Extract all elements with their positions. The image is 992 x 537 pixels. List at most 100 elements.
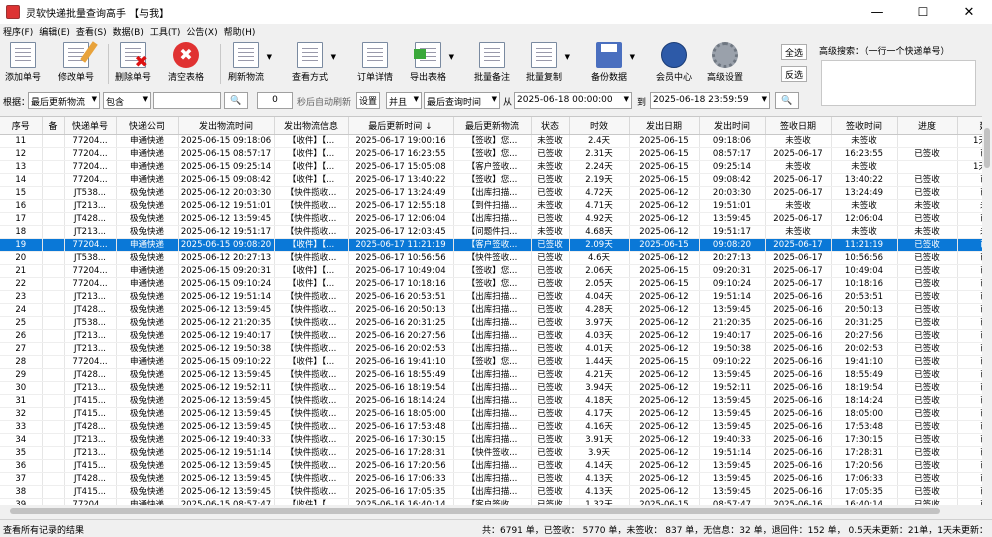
view-mode-button[interactable]: 查看方式 ▼ [292, 42, 336, 86]
table-row[interactable]: 21 77204... 申通快递 2025-06-15 09:20:31 【收件】【..… [0, 264, 982, 278]
column-header[interactable]: 最后更新物流 [453, 117, 532, 135]
menu-view[interactable]: 查看(S) [73, 25, 110, 38]
table-row[interactable]: 15 JT538... 极兔快递 2025-06-12 20:03:30 【快件揽收..… [0, 186, 982, 200]
table-row[interactable]: 12 77204... 申通快递 2025-06-15 08:57:17 【收件】【..… [0, 147, 982, 161]
maximize-button[interactable]: ☐ [900, 0, 946, 24]
edit-button[interactable]: 修改单号 [58, 41, 98, 86]
table-row[interactable]: 23 JT213... 极兔快递 2025-06-12 19:51:14 【快件揽收..… [0, 290, 982, 304]
column-header[interactable]: 状态 [531, 117, 570, 135]
table-row[interactable]: 25 JT538... 极兔快递 2025-06-12 21:20:35 【快件揽收..… [0, 316, 982, 330]
menu-help[interactable]: 帮助(H) [221, 25, 259, 38]
advanced-search-input[interactable] [821, 60, 976, 106]
table-row[interactable]: 22 77204... 申通快递 2025-06-15 09:10:24 【收件】【..… [0, 277, 982, 291]
member-center-button[interactable]: 会员中心 [656, 42, 692, 86]
copy-icon [531, 42, 557, 68]
logic-select[interactable]: 并且 ▼ [386, 92, 422, 109]
clear-table-button[interactable]: ✖ 清空表格 [168, 42, 204, 86]
vertical-scrollbar[interactable] [982, 116, 992, 505]
table-cell: 2.24天 [569, 160, 630, 174]
filter-value-input[interactable] [153, 92, 221, 109]
menu-data[interactable]: 数据(B) [110, 25, 147, 38]
table-cell: 2025-06-15 09:20:31 [178, 264, 275, 278]
table-row[interactable]: 28 77204... 申通快递 2025-06-15 09:10:22 【收件】【..… [0, 355, 982, 369]
table-row[interactable]: 19 77204... 申通快递 2025-06-15 09:08:20 【收件】【..… [0, 238, 982, 252]
date-from-picker[interactable]: 2025-06-18 00:00:00 ▼ [514, 92, 632, 109]
table-row[interactable]: 24 JT428... 极兔快递 2025-06-12 13:59:45 【快件揽收..… [0, 303, 982, 317]
menu-edit[interactable]: 编辑(E) [36, 25, 73, 38]
column-header[interactable]: 延误 [957, 117, 982, 135]
order-detail-button[interactable]: 订单详情 [357, 42, 393, 86]
column-header[interactable]: 进度 [897, 117, 958, 135]
table-row[interactable]: 31 JT415... 极兔快递 2025-06-12 13:59:45 【快件揽收..… [0, 394, 982, 408]
close-button[interactable]: ✕ [946, 0, 992, 24]
table-row[interactable]: 33 JT428... 极兔快递 2025-06-12 13:59:45 【快件揽收..… [0, 420, 982, 434]
table-row[interactable]: 39 77204... 申通快递 2025-06-15 08:57:47 【收件】【..… [0, 498, 982, 505]
table-row[interactable]: 34 JT213... 极兔快递 2025-06-12 19:40:33 【快件揽收..… [0, 433, 982, 447]
column-header[interactable]: 发出日期 [629, 117, 700, 135]
batch-note-button[interactable]: 批量备注 [474, 42, 510, 86]
column-header[interactable]: 序号 [0, 117, 43, 135]
export-icon [414, 42, 441, 68]
table-row[interactable]: 14 77204... 申通快递 2025-06-15 09:08:42 【收件】【..… [0, 173, 982, 187]
table-cell: 2025-06-16 [765, 342, 832, 356]
scroll-thumb[interactable] [10, 508, 940, 514]
table-row[interactable]: 35 JT213... 极兔快递 2025-06-12 19:51:14 【快件揽收..… [0, 446, 982, 460]
delete-button[interactable]: ✖ 删除单号 [115, 42, 151, 86]
menu-program[interactable]: 程序(F) [0, 25, 36, 38]
time-field-select[interactable]: 最后查询时间 ▼ [424, 92, 500, 109]
settings-button[interactable]: 设置 [356, 92, 380, 109]
table-cell: 2025-06-12 [629, 485, 700, 499]
table-row[interactable]: 29 JT428... 极兔快递 2025-06-12 13:59:45 【快件揽收..… [0, 368, 982, 382]
column-header[interactable]: 快递公司 [116, 117, 179, 135]
table-row[interactable]: 36 JT415... 极兔快递 2025-06-12 13:59:45 【快件揽收..… [0, 459, 982, 473]
to-label: 到 [637, 98, 647, 108]
export-button[interactable]: 导出表格 ▼ [410, 42, 454, 86]
column-header[interactable]: 备 [42, 117, 65, 135]
table-row[interactable]: 13 77204... 申通快递 2025-06-15 09:25:14 【收件】【..… [0, 160, 982, 174]
filter-field-select[interactable]: 最后更新物流 ▼ [28, 92, 100, 109]
column-header[interactable]: 快递单号 [64, 117, 117, 135]
column-header[interactable]: 最后更新时间 ↓ [348, 117, 454, 135]
horizontal-scrollbar[interactable] [0, 505, 982, 517]
batch-copy-button[interactable]: 批量复制 ▼ [526, 42, 570, 86]
table-row[interactable]: 11 77204... 申通快递 2025-06-15 09:18:06 【收件】【..… [0, 134, 982, 148]
table-cell: 2025-06-17 13:24:49 [348, 186, 454, 200]
table-row[interactable]: 30 JT213... 极兔快递 2025-06-12 19:52:11 【快件揽收..… [0, 381, 982, 395]
column-header[interactable]: 发出物流信息 [274, 117, 349, 135]
invert-selection-button[interactable]: 反选 [781, 66, 807, 82]
table-row[interactable]: 37 JT428... 极兔快递 2025-06-12 13:59:45 【快件揽收..… [0, 472, 982, 486]
advanced-settings-button[interactable]: 高级设置 [707, 42, 743, 86]
table-cell: 20 [0, 251, 43, 265]
scroll-thumb[interactable] [984, 128, 990, 168]
table-row[interactable]: 38 JT415... 极兔快递 2025-06-12 13:59:45 【快件揽收..… [0, 485, 982, 499]
add-button[interactable]: 添加单号 [5, 42, 41, 86]
table-row[interactable]: 32 JT415... 极兔快递 2025-06-12 13:59:45 【快件揽收..… [0, 407, 982, 421]
table-cell: 13:59:45 [699, 394, 766, 408]
table-cell: JT428... [64, 420, 117, 434]
menu-notice[interactable]: 公告(X) [183, 25, 220, 38]
menu-tools[interactable]: 工具(T) [147, 25, 184, 38]
date-search-button[interactable]: 🔍 [775, 92, 799, 109]
select-all-button[interactable]: 全选 [781, 44, 807, 60]
column-header[interactable]: 签收日期 [765, 117, 832, 135]
date-to-picker[interactable]: 2025-06-18 23:59:59 ▼ [650, 92, 770, 109]
column-header[interactable]: 时效 [569, 117, 630, 135]
column-header[interactable]: 发出时间 [699, 117, 766, 135]
table-cell: 13:59:45 [699, 212, 766, 226]
refresh-seconds-input[interactable]: 0 [257, 92, 293, 109]
table-row[interactable]: 16 JT213... 极兔快递 2025-06-12 19:51:01 【快件揽收..… [0, 199, 982, 213]
table-cell: 已签收 [531, 329, 570, 343]
search-button[interactable]: 🔍 [224, 92, 248, 109]
column-header[interactable]: 发出物流时间 [178, 117, 275, 135]
refresh-button[interactable]: 刷新物流 ▼ [228, 42, 272, 86]
table-row[interactable]: 18 JT213... 极兔快递 2025-06-12 19:51:17 【快件揽收..… [0, 225, 982, 239]
table-row[interactable]: 17 JT428... 极兔快递 2025-06-12 13:59:45 【快件揽收..… [0, 212, 982, 226]
backup-button[interactable]: 备份数据 ▼ [591, 42, 635, 86]
minimize-button[interactable]: — [854, 0, 900, 24]
table-row[interactable]: 26 JT213... 极兔快递 2025-06-12 19:40:17 【快件揽收..… [0, 329, 982, 343]
filter-op-select[interactable]: 包含 ▼ [103, 92, 151, 109]
column-header[interactable]: 签收时间 [831, 117, 898, 135]
table-row[interactable]: 20 JT538... 极兔快递 2025-06-12 20:27:13 【快件揽收..… [0, 251, 982, 265]
table-row[interactable]: 27 JT213... 极兔快递 2025-06-12 19:50:38 【快件揽收..… [0, 342, 982, 356]
table-cell: 2025-06-15 [629, 498, 700, 505]
